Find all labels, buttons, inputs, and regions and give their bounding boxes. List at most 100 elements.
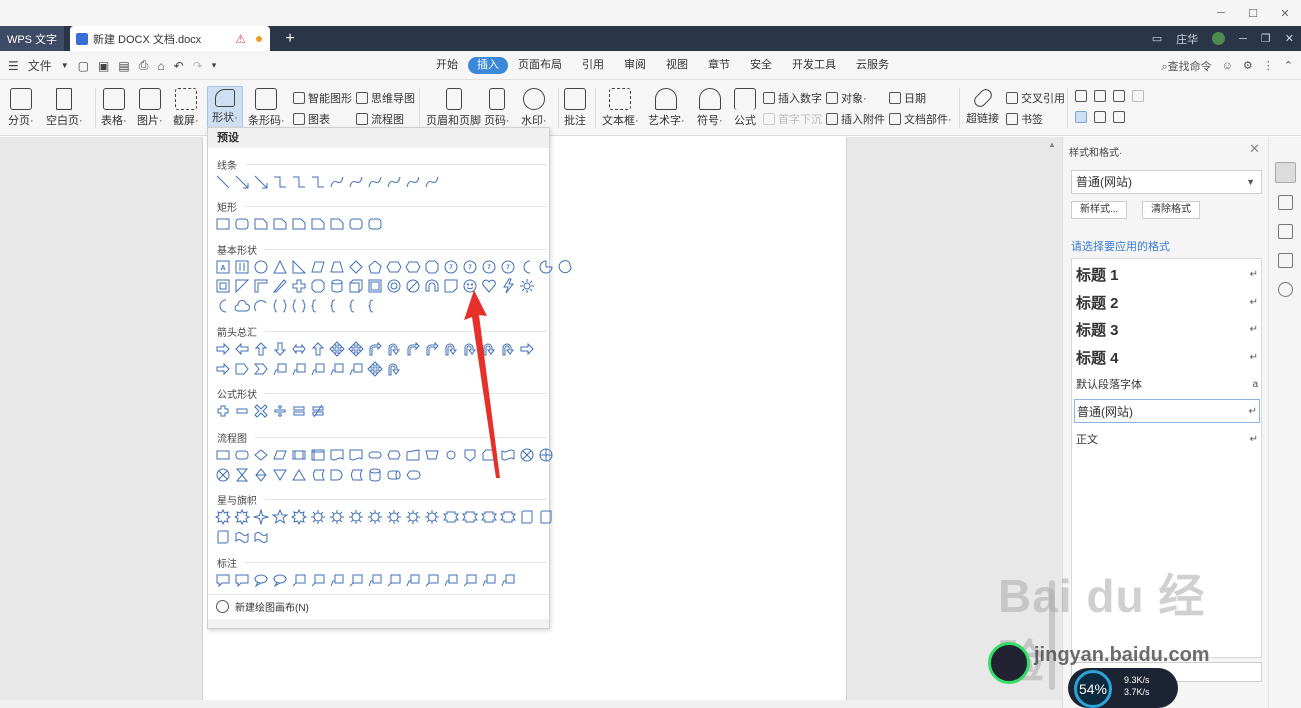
shape-sun-icon[interactable] xyxy=(519,278,535,294)
shape-elbow-icon[interactable] xyxy=(310,174,326,190)
shape-snip-icon[interactable] xyxy=(272,216,288,232)
shape-sort-icon[interactable] xyxy=(253,467,269,483)
shape-half-icon[interactable] xyxy=(234,278,250,294)
formula-button[interactable]: 公式 xyxy=(734,80,756,128)
shape-lcall2-icon[interactable] xyxy=(348,361,364,377)
shape-burst-icon[interactable] xyxy=(290,508,308,526)
shape-hex-icon[interactable] xyxy=(386,259,402,275)
tab-wps-home[interactable]: WPS 文字 xyxy=(0,26,64,51)
style-item-heading3[interactable]: 标题 3 ↵ xyxy=(1076,316,1258,342)
tab-review[interactable]: 审阅 xyxy=(614,57,656,74)
shape-ribbon-icon[interactable] xyxy=(443,509,459,525)
shape-para-icon[interactable] xyxy=(310,259,326,275)
avatar[interactable] xyxy=(1212,32,1226,45)
view-code-icon[interactable] xyxy=(1113,111,1125,123)
date-button[interactable]: 日期 xyxy=(889,90,926,106)
shape-curve-icon[interactable] xyxy=(348,174,364,190)
page-number-button[interactable]: 页码· xyxy=(484,80,510,128)
shape-neq-icon[interactable] xyxy=(310,403,326,419)
shape-cloud-icon[interactable] xyxy=(234,298,250,314)
maximize-icon[interactable]: ☐ xyxy=(1237,0,1269,26)
shape-quad-icon[interactable] xyxy=(329,341,345,357)
shape-wave-icon[interactable] xyxy=(234,529,250,545)
shape-bracket-icon[interactable] xyxy=(310,298,326,314)
header-footer-button[interactable]: 页眉和页脚 xyxy=(426,80,481,128)
shape-merge-icon[interactable] xyxy=(272,467,288,483)
pen-edit-icon[interactable] xyxy=(1275,162,1296,183)
cross-ref-button[interactable]: 交叉引用 xyxy=(1006,90,1065,106)
tab-view[interactable]: 视图 xyxy=(656,57,698,74)
table-button[interactable]: 表格· xyxy=(101,80,127,128)
hamburger-icon[interactable]: ☰ xyxy=(8,59,19,73)
shape-curve-icon[interactable] xyxy=(424,174,440,190)
scroll-thumb[interactable] xyxy=(1049,580,1055,690)
mind-map-button[interactable]: 思维导图 xyxy=(356,90,415,106)
shape-proc-icon[interactable] xyxy=(215,447,231,463)
shape-snip-icon[interactable] xyxy=(291,216,307,232)
shape-callout-icon[interactable] xyxy=(215,572,231,588)
style-item-normal-web[interactable]: 普通(网站) ↵ xyxy=(1074,399,1260,423)
shape-ribbon-icon[interactable] xyxy=(500,509,516,525)
shape-lcall2-icon[interactable] xyxy=(443,572,459,588)
shape-extract-icon[interactable] xyxy=(291,467,307,483)
shape-nosym-icon[interactable] xyxy=(405,278,421,294)
new-style-button[interactable]: 新样式... xyxy=(1071,201,1128,219)
shape-conn-icon[interactable] xyxy=(443,447,459,463)
shape-quad-icon[interactable] xyxy=(348,341,364,357)
file-menu[interactable]: 文件 xyxy=(28,57,52,74)
shape-disk-icon[interactable] xyxy=(367,467,383,483)
tab-developer[interactable]: 开发工具 xyxy=(782,57,846,74)
save-icon[interactable]: ▣ xyxy=(98,59,109,73)
search-command[interactable]: ⌕查找命令 xyxy=(1162,58,1212,74)
shape-uturn-icon[interactable] xyxy=(386,361,402,377)
shape-uturn-icon[interactable] xyxy=(443,341,459,357)
image-control-icon[interactable] xyxy=(1132,90,1144,102)
shape-rarrow-icon[interactable] xyxy=(215,341,231,357)
attachment-button[interactable]: 插入附件 xyxy=(826,111,885,127)
shape-hex-icon[interactable] xyxy=(405,259,421,275)
share-icon[interactable] xyxy=(1278,282,1293,297)
style-item-body[interactable]: 正文 ↵ xyxy=(1076,427,1258,451)
combo-control-icon[interactable] xyxy=(1113,90,1125,102)
shape-lcall2-icon[interactable] xyxy=(310,361,326,377)
collapse-ribbon-icon[interactable]: ⌃ xyxy=(1284,59,1293,72)
shape-rarrow-icon[interactable] xyxy=(215,361,231,377)
shape-plus-icon[interactable] xyxy=(215,403,231,419)
shape-lcall2-icon[interactable] xyxy=(272,361,288,377)
user-name[interactable]: 庄华 xyxy=(1176,31,1198,47)
shape-pentarrow-icon[interactable] xyxy=(234,361,250,377)
shape-lcall2-icon[interactable] xyxy=(367,572,383,588)
shape-lcall2-icon[interactable] xyxy=(481,572,497,588)
shape-collate-icon[interactable] xyxy=(234,467,250,483)
close-icon[interactable]: ✕ xyxy=(1269,0,1301,26)
shape-gear-icon[interactable] xyxy=(405,509,421,525)
shape-lcall-icon[interactable] xyxy=(348,572,364,588)
shape-fold-icon[interactable] xyxy=(443,278,459,294)
shape-prep-icon[interactable] xyxy=(386,447,402,463)
shape-div-icon[interactable] xyxy=(272,403,288,419)
page-break-button[interactable]: 分页· xyxy=(8,80,34,128)
barcode-button[interactable]: 条形码· xyxy=(248,80,285,128)
shape-quad-icon[interactable] xyxy=(367,361,383,377)
scroll-up-icon[interactable]: ▲ xyxy=(1048,140,1056,149)
shape-can-icon[interactable] xyxy=(329,278,345,294)
shape-gear-icon[interactable] xyxy=(386,509,402,525)
shape-predef-icon[interactable] xyxy=(291,447,307,463)
shape-vtxt-icon[interactable] xyxy=(234,259,250,275)
print-icon[interactable]: ⎙ xyxy=(139,58,149,73)
shape-chord-icon[interactable] xyxy=(557,259,573,275)
shape-diag-icon[interactable] xyxy=(272,278,288,294)
shape-drum-icon[interactable] xyxy=(386,467,402,483)
shape-gear-icon[interactable] xyxy=(424,509,440,525)
tab-chapter[interactable]: 章节 xyxy=(698,57,740,74)
styles-panel-title[interactable]: 样式和格式· xyxy=(1069,144,1122,159)
shape-lrarrow-icon[interactable] xyxy=(291,341,307,357)
shape-pent-icon[interactable] xyxy=(367,259,383,275)
feedback-icon[interactable]: ☺ xyxy=(1222,60,1233,72)
tab-security[interactable]: 安全 xyxy=(740,57,782,74)
new-canvas-item[interactable]: 新建绘图画布(N) xyxy=(208,594,549,618)
bookmark-button[interactable]: 书签 xyxy=(1006,111,1043,127)
current-style-select[interactable]: 普通(网站) ▼ xyxy=(1071,170,1262,194)
shape-chev-icon[interactable] xyxy=(253,361,269,377)
shape-moon-icon[interactable] xyxy=(215,298,231,314)
